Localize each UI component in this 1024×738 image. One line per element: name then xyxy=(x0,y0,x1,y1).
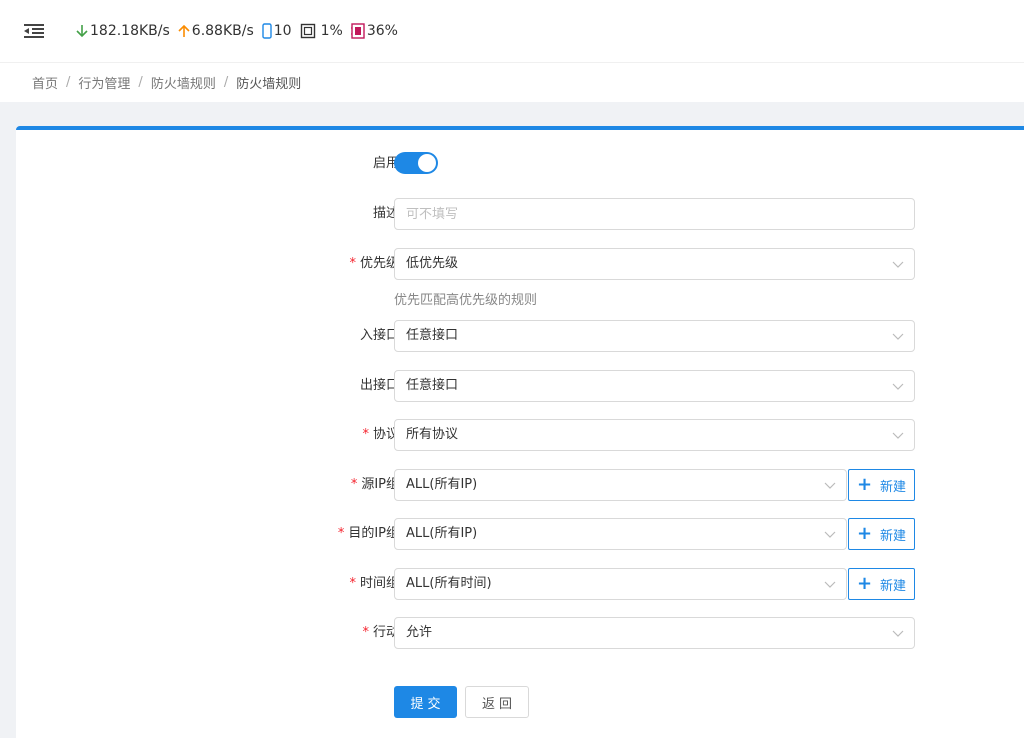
breadcrumb-home[interactable]: 首页 xyxy=(32,73,58,92)
required-mark: * xyxy=(349,576,356,591)
breadcrumb-separator: / xyxy=(138,75,143,90)
system-stats: 182.18KB/s 6.88KB/s 10 1% 36% xyxy=(76,0,406,62)
arrow-up-icon xyxy=(178,24,190,37)
firewall-rule-form: 启用 描述 *优先级 低优先级 优先匹配高优先级的规则 入接口 任意接口 出接口… xyxy=(16,126,1024,738)
required-mark: * xyxy=(362,625,369,640)
description-row: 描述 xyxy=(16,198,1024,230)
time-group-select[interactable]: ALL(所有时间) xyxy=(394,568,847,600)
dst-ip-group-label: * 目的IP组 xyxy=(337,526,399,541)
protocol-select[interactable]: 所有协议 xyxy=(394,419,915,451)
chevron-down-icon xyxy=(892,383,904,390)
enable-row: 启用 xyxy=(16,148,1024,180)
description-input[interactable] xyxy=(394,198,915,230)
breadcrumb-behavior-management[interactable]: 行为管理 xyxy=(78,73,130,92)
src-ip-group-label: * 源IP组 xyxy=(350,477,399,492)
memory-stat: 36% xyxy=(350,23,398,39)
plus-icon: + xyxy=(856,523,873,544)
action-select[interactable]: 允许 xyxy=(394,617,915,649)
required-mark: * xyxy=(362,427,369,442)
memory-icon xyxy=(350,23,365,39)
breadcrumb-separator: / xyxy=(66,75,71,90)
breadcrumb: 首页 / 行为管理 / 防火墙规则 / 防火墙规则 xyxy=(0,62,1024,102)
breadcrumb-separator: / xyxy=(223,75,229,90)
priority-row: * 优先级 低优先级 xyxy=(16,248,1024,280)
add-src-ip-group-label: 新建 xyxy=(880,479,907,495)
dst-ip-group-value: ALL(所有IP) xyxy=(406,526,478,541)
phone-icon xyxy=(262,23,272,39)
enable-switch[interactable] xyxy=(394,152,438,174)
protocol-row: * 协议 所有协议 xyxy=(16,419,1024,451)
priority-label: * 优先级 xyxy=(349,256,399,271)
in-interface-row: 入接口 任意接口 xyxy=(16,320,1024,352)
out-interface-select[interactable]: 任意接口 xyxy=(394,370,915,402)
arrow-down-icon xyxy=(76,25,88,38)
out-interface-row: 出接口 任意接口 xyxy=(16,370,1024,402)
action-value: 允许 xyxy=(406,625,433,640)
cpu-stat: 1% xyxy=(300,23,343,39)
cpu-usage: 1% xyxy=(320,23,343,39)
chevron-down-icon xyxy=(824,581,836,588)
priority-select[interactable]: 低优先级 xyxy=(394,248,915,280)
src-ip-group-value: ALL(所有IP) xyxy=(406,477,478,492)
required-mark: * xyxy=(350,477,358,492)
plus-icon: + xyxy=(856,474,873,495)
action-row: * 行动 允许 xyxy=(16,617,1024,649)
download-speed: 182.18KB/s xyxy=(90,23,170,39)
submit-button[interactable]: 提交 xyxy=(394,686,457,718)
add-dst-ip-group-button[interactable]: + 新建 xyxy=(848,518,915,550)
chevron-down-icon xyxy=(824,531,836,538)
src-ip-group-row: * 源IP组 ALL(所有IP) + 新建 xyxy=(16,469,1024,501)
out-interface-value: 任意接口 xyxy=(406,378,459,393)
upload-speed: 6.88KB/s xyxy=(191,23,254,39)
top-bar: 182.18KB/s 6.88KB/s 10 1% 36% xyxy=(0,0,1024,62)
required-mark: * xyxy=(349,256,356,271)
breadcrumb-current: 防火墙规则 xyxy=(236,77,302,92)
download-stat: 182.18KB/s xyxy=(76,23,170,39)
add-src-ip-group-button[interactable]: + 新建 xyxy=(848,469,915,501)
dst-ip-group-select[interactable]: ALL(所有IP) xyxy=(394,518,847,550)
chevron-down-icon xyxy=(892,333,904,340)
plus-icon: + xyxy=(856,573,873,594)
add-time-group-button[interactable]: + 新建 xyxy=(848,568,915,600)
in-interface-value: 任意接口 xyxy=(406,328,459,343)
priority-hint: 优先匹配高优先级的规则 xyxy=(394,293,538,308)
add-time-group-label: 新建 xyxy=(880,578,907,594)
priority-value: 低优先级 xyxy=(406,256,459,271)
protocol-value: 所有协议 xyxy=(406,427,459,442)
chevron-down-icon xyxy=(824,482,836,489)
breadcrumb-firewall-rules[interactable]: 防火墙规则 xyxy=(151,73,216,92)
cpu-icon xyxy=(300,23,315,39)
src-ip-group-select[interactable]: ALL(所有IP) xyxy=(394,469,847,501)
memory-usage: 36% xyxy=(366,23,398,39)
device-stat: 10 xyxy=(262,23,292,39)
add-dst-ip-group-label: 新建 xyxy=(880,528,907,544)
dst-ip-group-row: * 目的IP组 ALL(所有IP) + 新建 xyxy=(16,518,1024,550)
time-group-row: * 时间组 ALL(所有时间) + 新建 xyxy=(16,568,1024,600)
chevron-down-icon xyxy=(892,261,904,268)
in-interface-select[interactable]: 任意接口 xyxy=(394,320,915,352)
menu-collapse-icon[interactable] xyxy=(24,23,44,39)
required-mark: * xyxy=(337,526,345,541)
device-count: 10 xyxy=(273,23,292,39)
upload-stat: 6.88KB/s xyxy=(178,23,254,39)
time-group-value: ALL(所有时间) xyxy=(406,576,492,591)
chevron-down-icon xyxy=(892,630,904,637)
switch-knob xyxy=(418,154,436,172)
chevron-down-icon xyxy=(892,432,904,439)
time-group-label: * 时间组 xyxy=(349,576,399,591)
back-button[interactable]: 返回 xyxy=(465,686,529,718)
